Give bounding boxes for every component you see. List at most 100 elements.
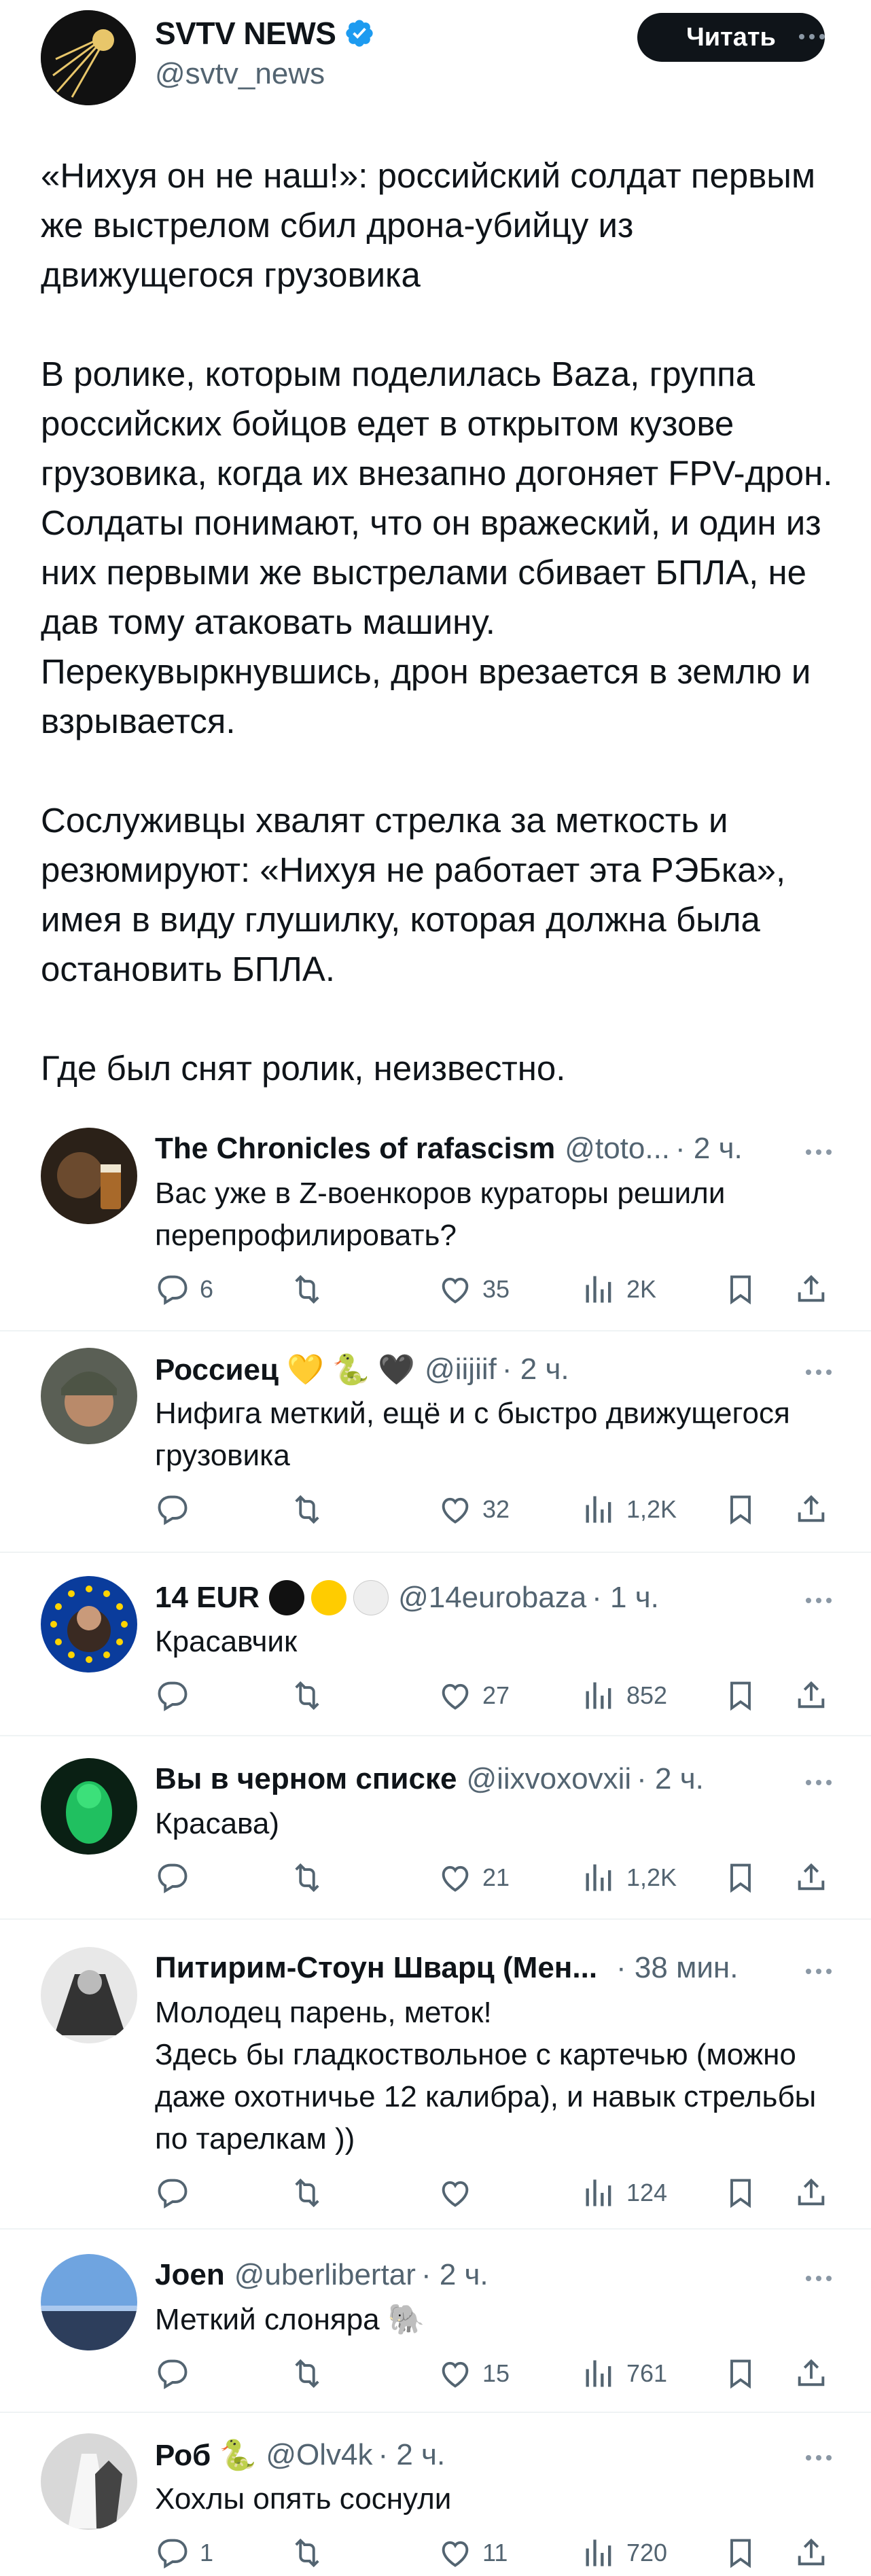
bookmark-button[interactable] xyxy=(723,1678,758,1713)
avatar[interactable] xyxy=(41,1947,137,2043)
reply-time[interactable]: · 2 ч. xyxy=(421,2258,488,2292)
share-icon xyxy=(798,2178,825,2206)
reply-time[interactable]: · 2 ч. xyxy=(637,1762,704,1796)
reply-author-handle[interactable]: @iixvoxovxii xyxy=(466,1762,631,1796)
more-icon[interactable] xyxy=(806,1969,832,1974)
reply-item[interactable]: Россиец 💛 🐍 🖤 @iijiif · 2 ч. Нифига метк… xyxy=(0,1330,871,1553)
avatar[interactable] xyxy=(41,2433,137,2530)
reply-author-name[interactable]: Роб 🐍 xyxy=(155,2437,256,2473)
reply-item[interactable]: The Chronicles of rafascism @toto... · 2… xyxy=(0,1114,871,1331)
bookmark-button[interactable] xyxy=(723,1272,758,1307)
bookmark-button[interactable] xyxy=(723,1860,758,1895)
views-button[interactable]: 761 xyxy=(582,2356,667,2391)
bookmark-icon xyxy=(730,2179,751,2208)
like-button[interactable]: 27 xyxy=(438,1678,510,1713)
bookmark-button[interactable] xyxy=(723,1492,758,1527)
more-icon[interactable] xyxy=(806,2276,832,2281)
author-name-row[interactable]: SVTV NEWS xyxy=(155,15,375,52)
views-button[interactable]: 124 xyxy=(582,2175,667,2211)
more-icon[interactable] xyxy=(806,1149,832,1155)
retweet-button[interactable] xyxy=(289,2356,334,2391)
share-button[interactable] xyxy=(794,1492,829,1527)
more-icon[interactable] xyxy=(799,34,825,39)
views-button[interactable]: 720 xyxy=(582,2535,667,2571)
reply-time[interactable]: · 2 ч. xyxy=(675,1132,743,1166)
like-button[interactable]: 35 xyxy=(438,1272,510,1307)
author-handle[interactable]: @svtv_news xyxy=(155,57,325,91)
reply-item[interactable]: Питирим-Стоун Шварц (Мен... · 38 мин. Мо… xyxy=(0,1918,871,2230)
reply-author-handle[interactable]: @uberlibertar xyxy=(234,2258,416,2292)
share-button[interactable] xyxy=(794,2175,829,2211)
views-button[interactable]: 1,2K xyxy=(582,1492,677,1527)
reply-author-handle[interactable]: @toto... xyxy=(565,1132,670,1166)
retweet-button[interactable] xyxy=(289,1678,334,1713)
more-icon[interactable] xyxy=(806,1598,832,1603)
avatar[interactable] xyxy=(41,1576,137,1672)
retweet-button[interactable] xyxy=(289,1272,334,1307)
avatar[interactable] xyxy=(41,1128,137,1224)
reply-author-name[interactable]: The Chronicles of rafascism xyxy=(155,1132,555,1166)
avatar-image xyxy=(41,2254,137,2350)
follow-button[interactable]: Читать xyxy=(637,13,825,62)
like-button[interactable] xyxy=(438,2175,482,2211)
author-name[interactable]: SVTV NEWS xyxy=(155,15,336,52)
share-button[interactable] xyxy=(794,1860,829,1895)
bookmark-button[interactable] xyxy=(723,2535,758,2571)
retweet-button[interactable] xyxy=(289,1860,334,1895)
like-button[interactable]: 21 xyxy=(438,1860,510,1895)
reply-button[interactable] xyxy=(155,1860,200,1895)
svtv-avatar[interactable] xyxy=(41,10,136,105)
reply-actions: 1 11 720 xyxy=(155,2535,834,2576)
reply-button[interactable] xyxy=(155,1678,200,1713)
more-icon[interactable] xyxy=(806,2455,832,2461)
reply-button[interactable] xyxy=(155,2356,200,2391)
reply-button[interactable] xyxy=(155,2175,200,2211)
retweet-button[interactable] xyxy=(289,2535,334,2571)
more-icon[interactable] xyxy=(806,1370,832,1375)
more-icon[interactable] xyxy=(806,1780,832,1785)
bookmark-button[interactable] xyxy=(723,2356,758,2391)
post-paragraph: Сослуживцы хвалят стрелка за меткость и … xyxy=(41,801,786,988)
reply-author-name[interactable]: Joen xyxy=(155,2258,225,2292)
bookmark-icon xyxy=(730,2359,751,2389)
views-button[interactable]: 852 xyxy=(582,1678,667,1713)
reply-header: Joen @uberlibertar · 2 ч. xyxy=(155,2258,488,2292)
share-button[interactable] xyxy=(794,2535,829,2571)
bookmark-button[interactable] xyxy=(723,2175,758,2211)
views-button[interactable]: 1,2K xyxy=(582,1860,677,1895)
reply-button[interactable]: 1 xyxy=(155,2535,213,2571)
reply-button[interactable]: 6 xyxy=(155,1272,213,1307)
reply-item[interactable]: 14 EUR @14eurobaza · 1 ч. Красавчик 27 8… xyxy=(0,1552,871,1736)
reply-author-handle[interactable]: @iijiif xyxy=(425,1353,497,1387)
reply-time[interactable]: · 38 мин. xyxy=(616,1951,738,1985)
reply-item[interactable]: Роб 🐍 @Olv4k · 2 ч. Хохлы опять соснули … xyxy=(0,2412,871,2573)
like-button[interactable]: 11 xyxy=(438,2535,508,2571)
share-icon xyxy=(798,1495,825,1522)
reply-author-name[interactable]: Питирим-Стоун Шварц (Мен... xyxy=(155,1951,597,1985)
avatar[interactable] xyxy=(41,1348,137,1444)
retweet-button[interactable] xyxy=(289,1492,334,1527)
reply-author-name[interactable]: Россиец 💛 🐍 🖤 xyxy=(155,1352,415,1387)
like-button[interactable]: 32 xyxy=(438,1492,510,1527)
avatar[interactable] xyxy=(41,2254,137,2350)
share-button[interactable] xyxy=(794,1678,829,1713)
reply-author-name[interactable]: 14 EUR xyxy=(155,1581,260,1615)
reply-time[interactable]: · 1 ч. xyxy=(592,1581,659,1615)
share-button[interactable] xyxy=(794,2356,829,2391)
reply-text: Нифига меткий, ещё и с быстро движущегос… xyxy=(155,1397,790,1472)
reply-time[interactable]: · 2 ч. xyxy=(378,2438,445,2472)
reply-actions: 21 1,2K xyxy=(155,1860,834,1901)
avatar[interactable] xyxy=(41,1758,137,1855)
views-button[interactable]: 2K xyxy=(582,1272,656,1307)
reply-item[interactable]: Joen @uberlibertar · 2 ч. Меткий слоняра… xyxy=(0,2228,871,2413)
reply-author-handle[interactable]: @14eurobaza xyxy=(398,1581,586,1615)
share-button[interactable] xyxy=(794,1272,829,1307)
reply-time[interactable]: · 2 ч. xyxy=(502,1353,569,1387)
views-icon xyxy=(586,1682,611,1709)
reply-author-name[interactable]: Вы в черном списке xyxy=(155,1762,457,1796)
like-button[interactable]: 15 xyxy=(438,2356,510,2391)
retweet-button[interactable] xyxy=(289,2175,334,2211)
reply-button[interactable] xyxy=(155,1492,200,1527)
reply-item[interactable]: Вы в черном списке @iixvoxovxii · 2 ч. К… xyxy=(0,1735,871,1920)
reply-author-handle[interactable]: @Olv4k xyxy=(266,2438,372,2472)
